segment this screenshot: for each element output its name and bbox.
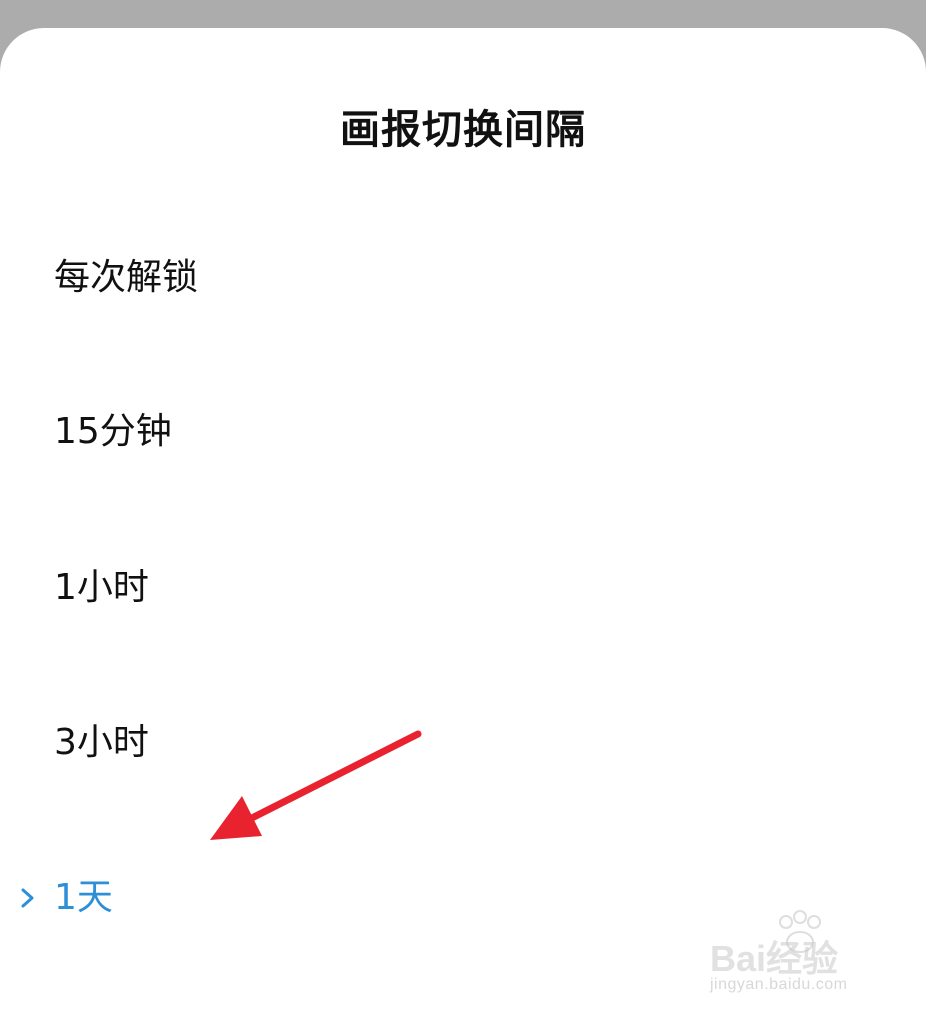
option-3-hours[interactable]: 3小时: [0, 693, 926, 793]
watermark-brand: Bai经验: [710, 938, 839, 979]
option-1-hour[interactable]: 1小时: [0, 538, 926, 638]
chevron-right-icon: [21, 888, 34, 908]
option-every-unlock[interactable]: 每次解锁: [0, 228, 926, 328]
interval-dialog: 画报切换间隔 每次解锁 15分钟 1小时 3小时 1天 Bai经验 jingya…: [0, 28, 926, 1016]
option-label: 每次解锁: [54, 257, 199, 298]
baidu-watermark: Bai经验 jingyan.baidu.com: [700, 908, 900, 1008]
option-label: 3小时: [54, 722, 149, 763]
option-15-minutes[interactable]: 15分钟: [0, 382, 926, 482]
option-label: 15分钟: [54, 411, 172, 452]
option-label: 1小时: [54, 567, 149, 608]
dialog-title: 画报切换间隔: [340, 107, 586, 153]
watermark-url: jingyan.baidu.com: [710, 976, 848, 993]
option-label: 1天: [54, 877, 113, 918]
